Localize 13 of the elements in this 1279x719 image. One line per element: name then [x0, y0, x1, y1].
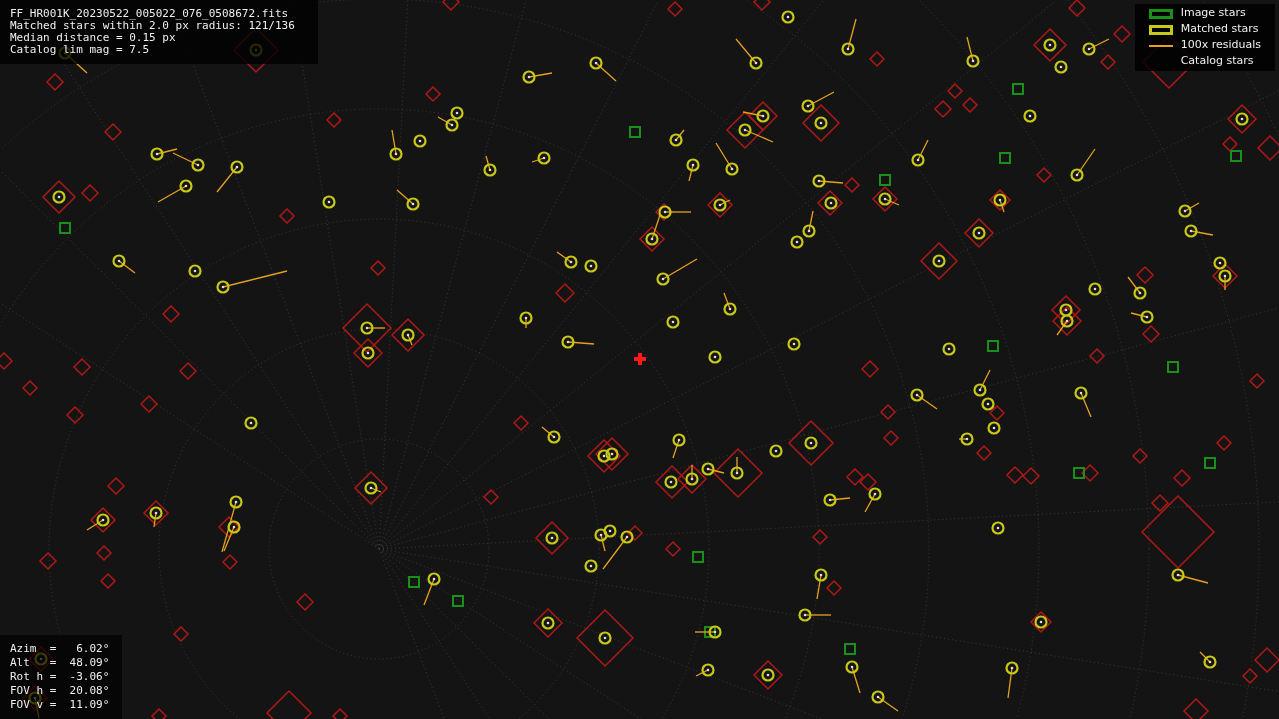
info-text: Median distance = 0.15 px [10, 32, 177, 44]
legend-label: Matched stars [1180, 21, 1259, 38]
pointing-text: FOV v = 11.09° [10, 698, 111, 712]
info-text: Catalog lim mag = 7.5 [10, 44, 151, 56]
info-text: FF_HR001K_20230522_005022_076_0508672.fits [10, 8, 290, 20]
legend-label: Catalog stars [1180, 53, 1254, 70]
legend-label: 100x residuals [1180, 37, 1261, 54]
pointing-text: FOV h = 20.08° [10, 684, 111, 698]
pointing-text: Azim = 6.02° [10, 642, 111, 656]
pointing-text: Rot h = -3.06° [10, 670, 111, 684]
legend-label: Image stars [1180, 5, 1246, 22]
pointing-text: Alt = 48.09° [10, 656, 111, 670]
info-text: Matched stars within 2.0 px radius: 121/136 [10, 20, 296, 32]
